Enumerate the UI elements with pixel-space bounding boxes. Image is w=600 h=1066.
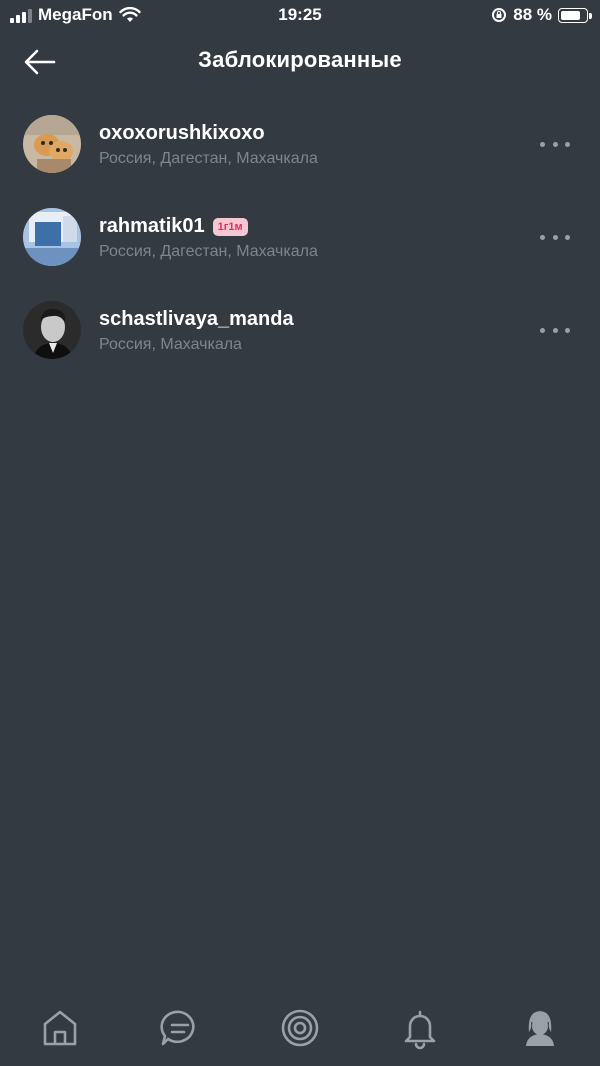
status-badge: 1г1м [212,217,248,236]
target-icon[interactable] [278,1006,322,1050]
chat-icon[interactable] [158,1006,202,1050]
battery-percent: 88 % [513,5,552,24]
username[interactable]: oxoxorushkixoxo [99,122,265,145]
user-location: Россия, Махачкала [99,336,242,353]
user-location: Россия, Дагестан, Махачкала [99,150,318,167]
avatar[interactable] [23,115,81,173]
blocked-users-list: oxoxorushkixoxo Россия, Дагестан, Махачк… [0,106,600,385]
header: Заблокированные [0,36,600,88]
more-options-icon[interactable] [540,134,570,154]
username[interactable]: schastlivaya_manda [99,308,294,331]
avatar[interactable] [23,301,81,359]
list-item[interactable]: rahmatik01 1г1м Россия, Дагестан, Махачк… [0,199,600,292]
rotation-lock-icon [492,8,507,22]
page-title: Заблокированные [198,47,402,72]
bottom-tab-bar [0,994,600,1066]
home-icon[interactable] [38,1006,82,1050]
status-right: 88 % [491,5,592,25]
profile-icon[interactable] [518,1006,562,1050]
list-item[interactable]: oxoxorushkixoxo Россия, Дагестан, Махачк… [0,106,600,199]
status-bar: MegaFon 19:25 88 % [0,0,600,32]
list-item[interactable]: schastlivaya_manda Россия, Махачкала [0,292,600,385]
bell-icon[interactable] [398,1006,442,1050]
user-location: Россия, Дагестан, Махачкала [99,243,318,260]
avatar[interactable] [23,208,81,266]
more-options-icon[interactable] [540,227,570,247]
username[interactable]: rahmatik01 [99,215,205,238]
more-options-icon[interactable] [540,320,570,340]
battery-icon [558,7,592,23]
